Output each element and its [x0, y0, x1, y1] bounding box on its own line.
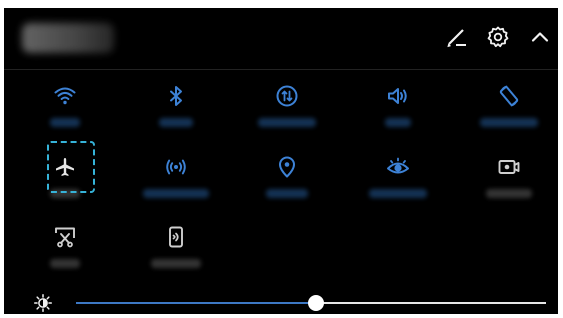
sound-icon — [386, 84, 410, 108]
chevron-up-icon[interactable] — [528, 25, 552, 49]
toggle-label-blurred — [258, 118, 316, 127]
wifi-icon — [53, 84, 77, 108]
hotspot-icon — [164, 155, 188, 179]
screenshot-icon — [53, 225, 77, 249]
toggle-label-blurred — [151, 259, 201, 268]
auto-rotate-icon — [497, 84, 521, 108]
toggle-label-blurred — [480, 118, 538, 127]
toggle-eye-comfort[interactable] — [343, 155, 453, 233]
toggle-label-blurred — [385, 118, 411, 127]
toggle-label-blurred — [266, 189, 308, 198]
toggle-label-blurred — [369, 189, 427, 198]
edit-icon[interactable] — [445, 25, 469, 49]
toggle-hotspot[interactable] — [121, 155, 231, 233]
toggle-label-blurred — [159, 118, 193, 127]
eye-comfort-icon — [386, 155, 410, 179]
brightness-icon — [34, 294, 52, 312]
toggle-sound[interactable] — [343, 84, 453, 162]
screen-recorder-icon — [497, 155, 521, 179]
brightness-slider-fill — [76, 302, 316, 304]
toggle-screen-recorder[interactable] — [454, 155, 558, 233]
bluetooth-icon — [164, 84, 188, 108]
toggle-mobile-data[interactable] — [232, 84, 342, 162]
toggle-label-blurred — [50, 118, 80, 127]
settings-icon[interactable] — [486, 25, 510, 49]
toggle-bluetooth[interactable] — [121, 84, 231, 162]
header-divider — [4, 69, 558, 70]
toggle-label-blurred — [50, 259, 80, 268]
toggle-location[interactable] — [232, 155, 342, 233]
status-info-blurred — [22, 23, 114, 53]
location-icon — [275, 155, 299, 179]
quick-settings-panel — [4, 8, 558, 314]
mobile-data-icon — [275, 84, 299, 108]
brightness-slider-thumb[interactable] — [307, 295, 324, 311]
huawei-share-icon — [164, 225, 188, 249]
brightness-slider[interactable] — [76, 295, 546, 311]
toggle-label-blurred — [143, 189, 209, 198]
toggle-label-blurred — [486, 189, 532, 198]
quick-settings-header — [4, 8, 558, 64]
airplane-mode-highlight-box — [47, 141, 95, 193]
toggle-auto-rotate[interactable] — [454, 84, 558, 162]
brightness-control — [4, 288, 558, 314]
